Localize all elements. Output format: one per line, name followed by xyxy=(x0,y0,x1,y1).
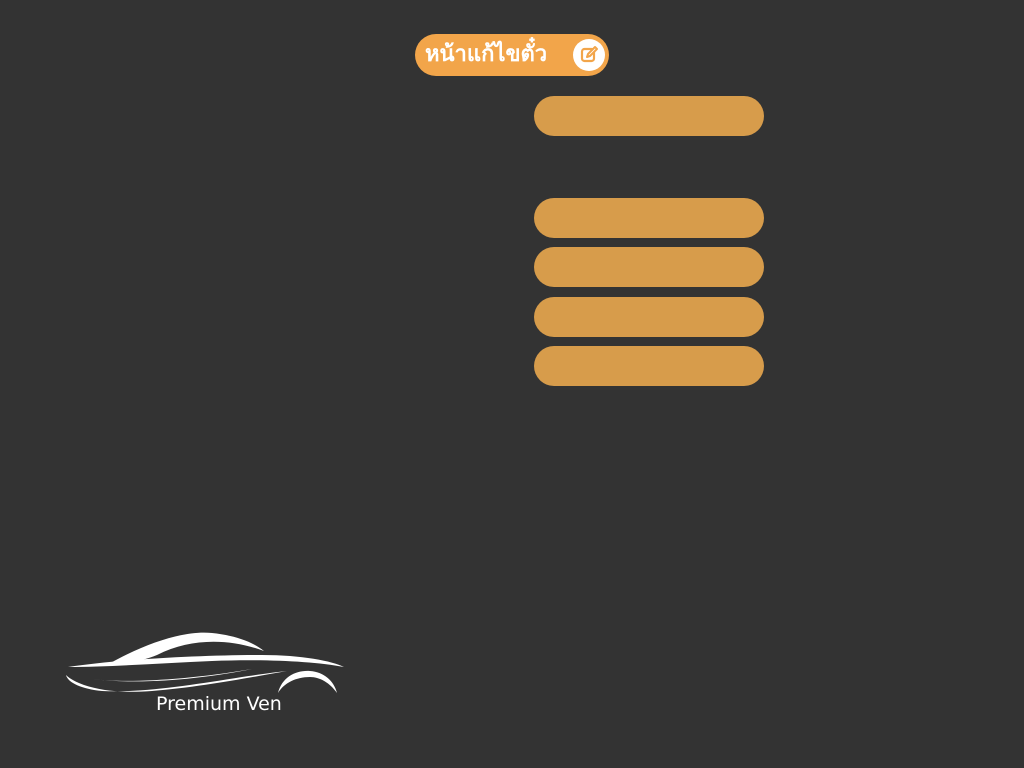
page-title-pill: หน้าแก้ไขตั๋ว xyxy=(415,34,609,76)
ticket-field-2[interactable] xyxy=(534,198,764,238)
ticket-field-1[interactable] xyxy=(534,96,764,136)
page-title: หน้าแก้ไขตั๋ว xyxy=(425,42,548,67)
brand-logo: Premium Ven xyxy=(62,625,352,720)
brand-name: Premium Ven xyxy=(156,693,282,715)
edit-icon[interactable] xyxy=(573,39,605,71)
ticket-field-3[interactable] xyxy=(534,247,764,287)
ticket-field-4[interactable] xyxy=(534,297,764,337)
edit-ticket-page: หน้าแก้ไขตั๋ว Premium Ven xyxy=(0,0,1024,768)
ticket-field-5[interactable] xyxy=(534,346,764,386)
